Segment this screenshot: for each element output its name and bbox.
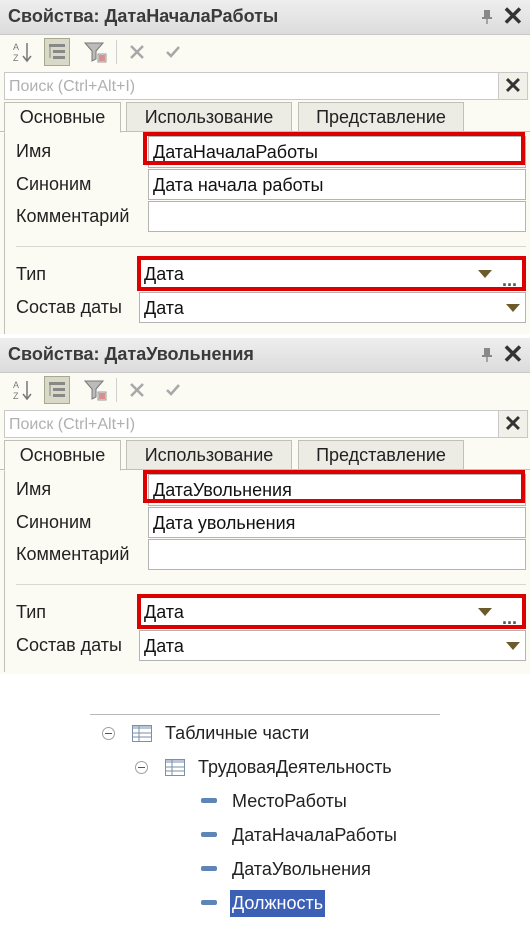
tree-attribute-item-selected[interactable]: Должность <box>230 890 326 917</box>
name-label: Имя <box>16 141 52 161</box>
synonym-label: Синоним <box>16 512 92 532</box>
sort-az-icon[interactable]: AZ <box>10 38 36 66</box>
section-divider <box>16 584 526 585</box>
tab-main[interactable]: Основные <box>4 102 121 133</box>
panel-title-bar: Свойства: ДатаНачалаРаботы ✕ <box>0 0 530 35</box>
search-placeholder: Поиск (Ctrl+Alt+I) <box>9 78 136 95</box>
dropdown-arrow-icon[interactable] <box>500 293 526 323</box>
sort-az-icon[interactable]: AZ <box>10 376 36 404</box>
close-icon[interactable]: ✕ <box>502 341 524 367</box>
svg-text:A: A <box>13 380 19 390</box>
dropdown-arrow-icon[interactable] <box>500 631 526 661</box>
panel-title-bar: Свойства: ДатаУвольнения ✕ <box>0 338 530 373</box>
pin-icon[interactable] <box>480 9 494 25</box>
search-input[interactable]: Поиск (Ctrl+Alt+I) ✕ <box>4 410 528 438</box>
svg-text:Z: Z <box>13 53 19 63</box>
comment-label: Комментарий <box>16 544 130 564</box>
attribute-icon <box>201 866 217 871</box>
type-label: Тип <box>16 602 47 622</box>
properties-panel-start-date: Свойства: ДатаНачалаРаботы ✕ AZ Поиск (C… <box>0 0 530 334</box>
tree-attribute-item[interactable]: ДатаУвольнения <box>232 859 371 880</box>
tree-attribute-item[interactable]: МестоРаботы <box>232 791 347 812</box>
synonym-field[interactable]: Дата начала работы <box>148 169 526 200</box>
search-placeholder: Поиск (Ctrl+Alt+I) <box>9 416 136 433</box>
toolbar: AZ <box>0 34 530 70</box>
toolbar-separator <box>116 378 117 402</box>
tab-usage[interactable]: Использование <box>126 102 292 132</box>
pin-icon[interactable] <box>480 347 494 363</box>
tab-main[interactable]: Основные <box>4 440 121 471</box>
search-input[interactable]: Поиск (Ctrl+Alt+I) ✕ <box>4 72 528 100</box>
table-icon <box>132 725 152 742</box>
filter-icon[interactable] <box>82 376 108 404</box>
tree-top-border <box>90 714 440 715</box>
tree-attribute-item[interactable]: ДатаНачалаРаботы <box>232 825 397 846</box>
tab-usage[interactable]: Использование <box>126 440 292 470</box>
toolbar-separator <box>116 40 117 64</box>
panel-title: Свойства: ДатаУвольнения <box>8 344 254 364</box>
clear-icon[interactable]: ✕ <box>498 73 527 99</box>
attribute-icon <box>201 798 217 803</box>
categories-icon[interactable] <box>44 376 70 404</box>
type-highlight <box>137 256 526 291</box>
tab-border-left <box>4 131 5 334</box>
attribute-icon <box>201 900 217 905</box>
date-composition-label: Состав даты <box>16 635 122 655</box>
svg-text:Z: Z <box>13 391 19 401</box>
tree-node-section[interactable]: ТрудоваяДеятельность <box>198 757 392 778</box>
type-label: Тип <box>16 264 47 284</box>
synonym-label: Синоним <box>16 174 92 194</box>
apply-icon[interactable] <box>160 376 186 404</box>
comment-label: Комментарий <box>16 206 130 226</box>
section-divider <box>16 246 526 247</box>
type-highlight <box>137 594 526 629</box>
cancel-icon[interactable] <box>124 376 150 404</box>
cancel-icon[interactable] <box>124 38 150 66</box>
toolbar: AZ <box>0 372 530 408</box>
properties-panel-dismissal-date: Свойства: ДатаУвольнения ✕ AZ Поиск (Ctr… <box>0 338 530 674</box>
collapse-icon[interactable] <box>135 761 148 774</box>
name-highlight <box>143 132 525 165</box>
attribute-icon <box>201 832 217 837</box>
comment-field[interactable] <box>148 539 526 570</box>
table-icon <box>165 759 185 776</box>
apply-icon[interactable] <box>160 38 186 66</box>
tab-border-left <box>4 469 5 672</box>
collapse-icon[interactable] <box>102 727 115 740</box>
clear-icon[interactable]: ✕ <box>498 411 527 437</box>
tree-node-tabular-sections[interactable]: Табличные части <box>165 723 309 744</box>
panel-title: Свойства: ДатаНачалаРаботы <box>8 6 279 26</box>
date-composition-label: Состав даты <box>16 297 122 317</box>
svg-text:A: A <box>13 42 19 52</box>
name-highlight <box>143 470 525 503</box>
tab-presentation[interactable]: Представление <box>298 440 464 470</box>
date-composition-select[interactable]: Дата <box>139 630 526 661</box>
synonym-field[interactable]: Дата увольнения <box>148 507 526 538</box>
categories-icon[interactable] <box>44 38 70 66</box>
comment-field[interactable] <box>148 201 526 232</box>
tab-presentation[interactable]: Представление <box>298 102 464 132</box>
name-label: Имя <box>16 479 52 499</box>
date-composition-select[interactable]: Дата <box>139 292 526 323</box>
close-icon[interactable]: ✕ <box>502 3 524 29</box>
filter-icon[interactable] <box>82 38 108 66</box>
